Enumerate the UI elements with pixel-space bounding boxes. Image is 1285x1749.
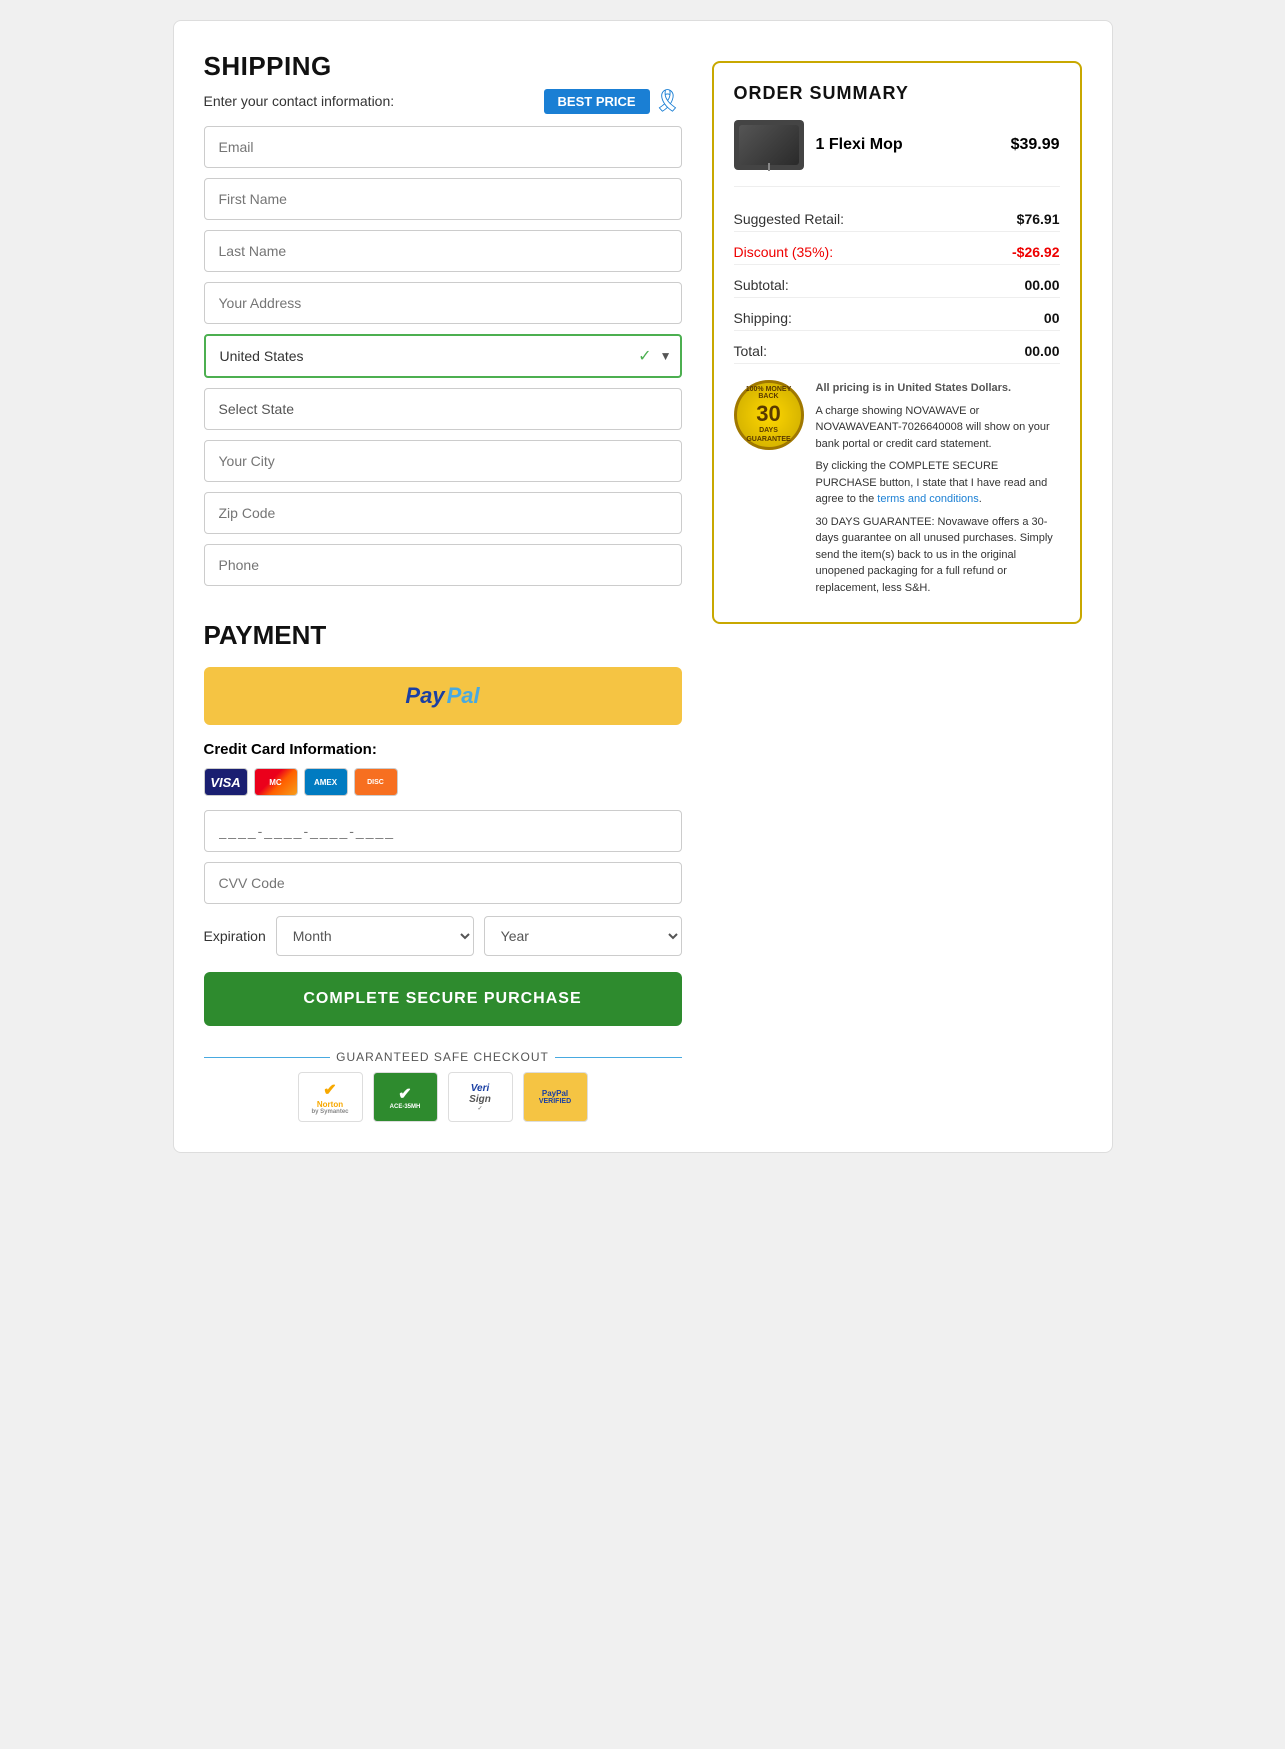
left-column: SHIPPING Enter your contact information:…: [204, 51, 682, 1122]
safe-checkout-section: GUARANTEED SAFE CHECKOUT ✔ Norton by Sym…: [204, 1050, 682, 1122]
subtotal-value: 00.00: [1024, 277, 1059, 293]
product-row: 1 Flexi Mop $39.99: [734, 120, 1060, 187]
total-value: 00.00: [1024, 343, 1059, 359]
paypal-verified-icon: PayPal VERIFIED: [523, 1072, 588, 1122]
usd-note-strong: All pricing is in United States Dollars.: [816, 382, 1012, 394]
amex-icon: AMEX: [304, 768, 348, 796]
terms-note: By clicking the COMPLETE SECURE PURCHASE…: [816, 458, 1060, 508]
trust-icons-row: ✔ Norton by Symantec ✔ ACE-35MH VeriSign…: [204, 1072, 682, 1122]
discover-icon: DISC: [354, 768, 398, 796]
product-price: $39.99: [1011, 136, 1060, 154]
guarantee-badge: 100% MONEY BACK 30 DAYS GUARANTEE: [734, 380, 804, 450]
visa-icon: VISA: [204, 768, 248, 796]
product-image-inner: [739, 125, 799, 165]
card-number-field[interactable]: [204, 810, 682, 852]
norton-icon: ✔ Norton by Symantec: [298, 1072, 363, 1122]
suggested-retail-row: Suggested Retail: $76.91: [734, 207, 1060, 232]
best-price-text: BEST PRICE: [558, 94, 636, 109]
charge-note: A charge showing NOVAWAVE or NOVAWAVEANT…: [816, 403, 1060, 453]
best-price-badge: BEST PRICE: [544, 89, 650, 114]
cvv-field[interactable]: [204, 862, 682, 904]
mastercard-icon: MC: [254, 768, 298, 796]
discount-value: -$26.92: [1012, 244, 1059, 260]
paypal-button[interactable]: PayPal: [204, 667, 682, 725]
discount-row: Discount (35%): -$26.92: [734, 240, 1060, 265]
first-name-field[interactable]: [204, 178, 682, 220]
usd-note: All pricing is in United States Dollars.: [816, 380, 1060, 397]
subtotal-row: Subtotal: 00.00: [734, 273, 1060, 298]
subtotal-label: Subtotal:: [734, 277, 789, 293]
shipping-row: Shipping: 00: [734, 306, 1060, 331]
month-select[interactable]: Month JanuaryFebruaryMarch AprilMayJune …: [276, 916, 474, 956]
guarantee-top-text: 100% MONEY BACK: [737, 386, 801, 401]
payment-title: PAYMENT: [204, 620, 682, 651]
product-name: 1 Flexi Mop: [816, 136, 999, 154]
safe-checkout-title: GUARANTEED SAFE CHECKOUT: [204, 1050, 682, 1064]
suggested-retail-value: $76.91: [1017, 211, 1060, 227]
info-section: 100% MONEY BACK 30 DAYS GUARANTEE All pr…: [734, 380, 1060, 602]
country-select[interactable]: United States Canada United Kingdom Aust…: [204, 334, 682, 378]
card-icons-row: VISA MC AMEX DISC: [204, 768, 682, 796]
shipping-value: 00: [1044, 310, 1060, 326]
info-text-block: All pricing is in United States Dollars.…: [816, 380, 1060, 602]
order-summary-box: ORDER SUMMARY 1 Flexi Mop $39.99 Suggest…: [712, 61, 1082, 624]
phone-field[interactable]: [204, 544, 682, 586]
contact-info-row: Enter your contact information: BEST PRI…: [204, 88, 682, 114]
right-column: ORDER SUMMARY 1 Flexi Mop $39.99 Suggest…: [712, 51, 1082, 1122]
verisign-icon: VeriSign✓: [448, 1072, 513, 1122]
guarantee-days: 30: [756, 401, 780, 427]
guarantee-bottom-text: GUARANTEE: [746, 436, 790, 444]
paypal-text-blue: Pay: [405, 683, 444, 709]
product-image: [734, 120, 804, 170]
total-label: Total:: [734, 343, 767, 359]
zip-field[interactable]: [204, 492, 682, 534]
address-field[interactable]: [204, 282, 682, 324]
order-summary-title: ORDER SUMMARY: [734, 83, 1060, 104]
complete-purchase-button[interactable]: COMPLETE SECURE PURCHASE: [204, 972, 682, 1026]
expiration-label: Expiration: [204, 928, 266, 944]
credit-card-label: Credit Card Information:: [204, 741, 682, 758]
year-select[interactable]: Year 202420252026 202720282029 203020312…: [484, 916, 682, 956]
state-select[interactable]: Select State AlabamaAlaskaArizona Arkans…: [204, 388, 682, 430]
city-field[interactable]: [204, 440, 682, 482]
contact-label: Enter your contact information:: [204, 93, 395, 109]
suggested-retail-label: Suggested Retail:: [734, 211, 845, 227]
acm-icon: ✔ ACE-35MH: [373, 1072, 438, 1122]
page-container: SHIPPING Enter your contact information:…: [173, 20, 1113, 1153]
country-field-wrap: United States Canada United Kingdom Aust…: [204, 334, 682, 378]
shipping-title: SHIPPING: [204, 51, 682, 82]
ribbon-icon: 🎗: [654, 88, 682, 114]
terms-post: .: [979, 493, 982, 505]
shipping-label: Shipping:: [734, 310, 792, 326]
discount-label: Discount (35%):: [734, 244, 834, 260]
email-field[interactable]: [204, 126, 682, 168]
last-name-field[interactable]: [204, 230, 682, 272]
expiration-row: Expiration Month JanuaryFebruaryMarch Ap…: [204, 916, 682, 956]
paypal-text-light: Pal: [447, 683, 480, 709]
guarantee-days-label: DAYS: [759, 427, 778, 435]
total-row: Total: 00.00: [734, 339, 1060, 364]
guarantee-note: 30 DAYS GUARANTEE: Novawave offers a 30-…: [816, 514, 1060, 597]
terms-link[interactable]: terms and conditions: [877, 493, 979, 505]
